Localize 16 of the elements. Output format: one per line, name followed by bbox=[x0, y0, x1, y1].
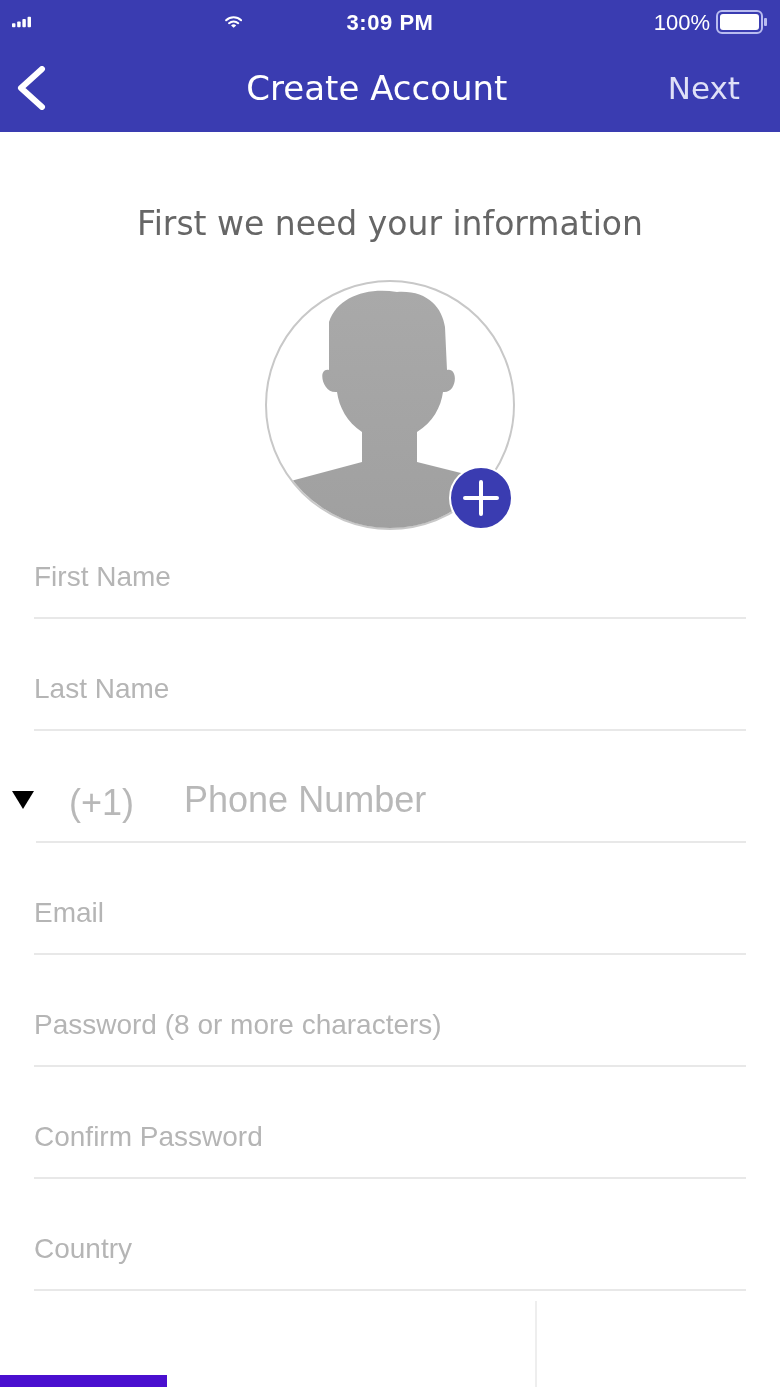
battery-percent: 100% bbox=[653, 8, 710, 37]
text-field[interactable]: First Name bbox=[34, 561, 746, 593]
screen-title: Create Account bbox=[246, 66, 508, 110]
text-field[interactable]: Confirm Password bbox=[34, 1121, 746, 1153]
text-field[interactable]: Password (8 or more characters) bbox=[34, 1009, 746, 1041]
text-field[interactable]: Email bbox=[34, 897, 746, 929]
next-button[interactable]: Next bbox=[667, 64, 740, 112]
text-field[interactable]: Last Name bbox=[34, 673, 746, 705]
battery-icon bbox=[716, 10, 768, 34]
status-time: 3:09 PM bbox=[346, 8, 434, 37]
heading: First we need your information bbox=[137, 203, 643, 245]
text-field[interactable]: Country bbox=[34, 1233, 746, 1265]
phone-number-field[interactable]: Phone Number bbox=[184, 779, 746, 821]
back-icon[interactable] bbox=[16, 66, 46, 110]
plus-icon bbox=[463, 480, 499, 516]
dropdown-triangle-icon[interactable] bbox=[12, 791, 34, 809]
